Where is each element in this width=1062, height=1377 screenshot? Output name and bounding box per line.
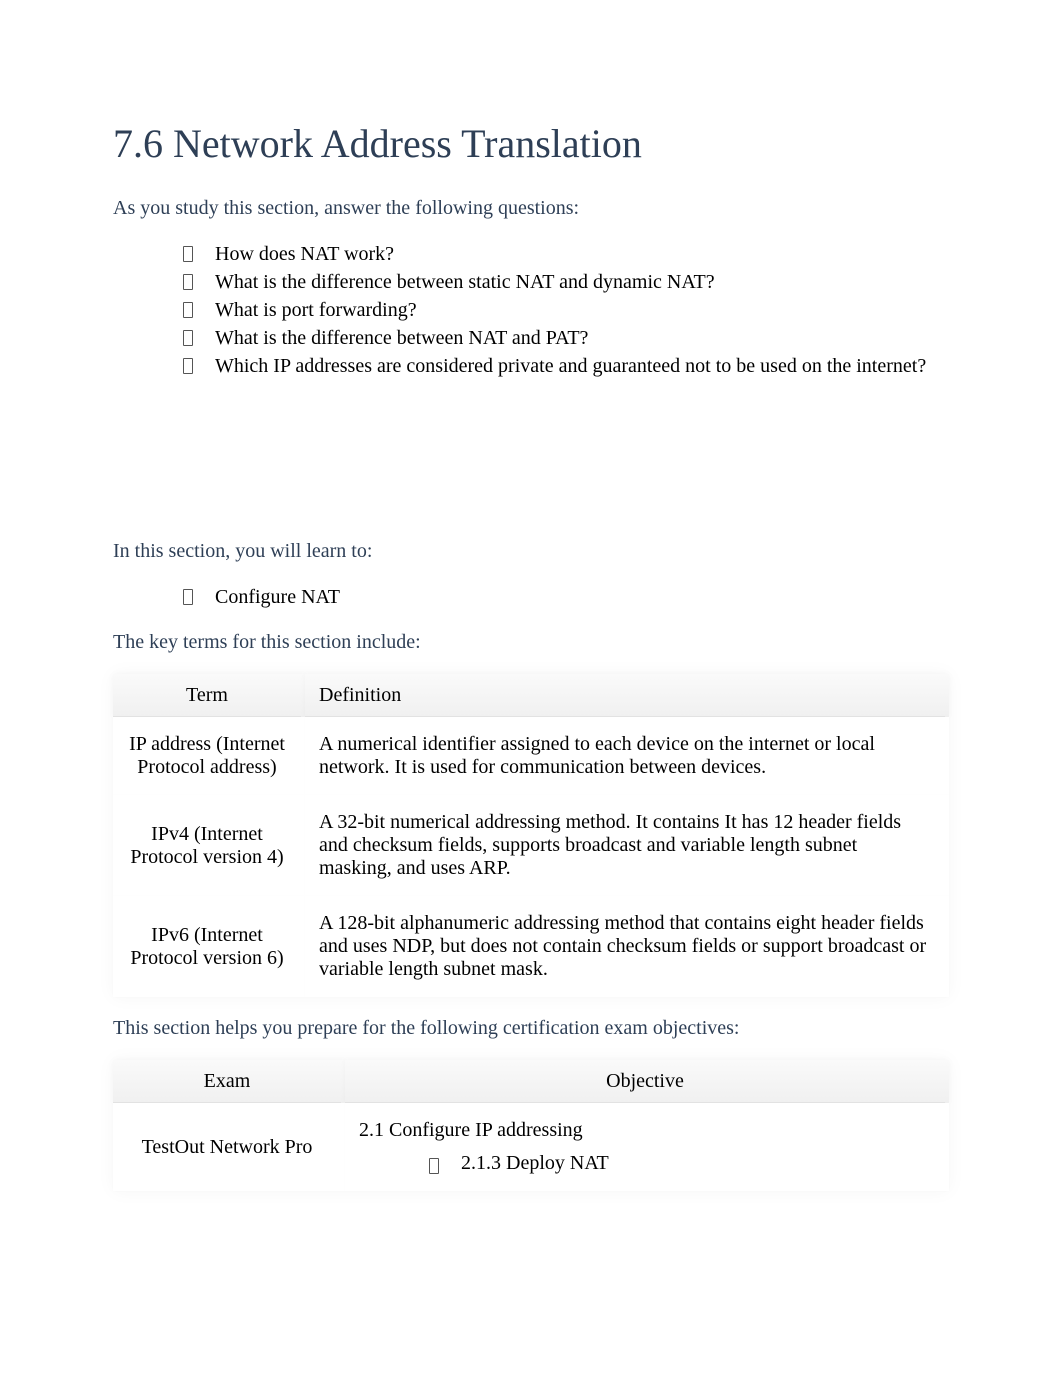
intro-paragraph-2: In this section, you will learn to: — [113, 540, 949, 563]
table-row: IPv6 (Internet Protocol version 6) A 128… — [113, 896, 949, 997]
objective-heading: 2.1 Configure IP addressing — [359, 1119, 931, 1142]
learn-to-list: Configure NAT — [183, 583, 949, 611]
list-item-text: Which IP addresses are considered privat… — [215, 355, 926, 377]
list-item: What is the difference between NAT and P… — [183, 324, 949, 352]
term-cell: IPv4 (Internet Protocol version 4) — [113, 795, 305, 896]
intro-paragraph-3: The key terms for this section include: — [113, 631, 949, 654]
list-item: 2.1.3 Deploy NAT — [429, 1152, 931, 1175]
list-item-text: 2.1.3 Deploy NAT — [461, 1152, 609, 1174]
list-item: What is port forwarding? — [183, 296, 949, 324]
definition-cell: A 32-bit numerical addressing method. It… — [305, 795, 949, 896]
list-item: Which IP addresses are considered privat… — [183, 352, 949, 380]
page-title: 7.6 Network Address Translation — [113, 120, 949, 167]
definition-cell: A numerical identifier assigned to each … — [305, 717, 949, 795]
list-item-text: What is the difference between NAT and P… — [215, 327, 588, 349]
intro-paragraph-1: As you study this section, answer the fo… — [113, 197, 949, 220]
exam-cell: TestOut Network Pro — [113, 1103, 345, 1191]
objective-sublist: 2.1.3 Deploy NAT — [429, 1152, 931, 1175]
key-terms-table: Term Definition IP address (Internet Pro… — [113, 674, 949, 997]
intro-paragraph-4: This section helps you prepare for the f… — [113, 1017, 949, 1040]
list-item-text: What is port forwarding? — [215, 299, 417, 321]
list-item-text: What is the difference between static NA… — [215, 271, 715, 293]
table-header-term: Term — [113, 674, 305, 717]
list-item-text: How does NAT work? — [215, 243, 394, 265]
term-cell: IPv6 (Internet Protocol version 6) — [113, 896, 305, 997]
table-header-exam: Exam — [113, 1060, 345, 1103]
table-row: TestOut Network Pro 2.1 Configure IP add… — [113, 1103, 949, 1191]
table-row: IP address (Internet Protocol address) A… — [113, 717, 949, 795]
list-item: What is the difference between static NA… — [183, 268, 949, 296]
study-questions-list: How does NAT work? What is the differenc… — [183, 240, 949, 380]
definition-cell: A 128-bit alphanumeric addressing method… — [305, 896, 949, 997]
table-header-objective: Objective — [345, 1060, 949, 1103]
objective-cell: 2.1 Configure IP addressing 2.1.3 Deploy… — [345, 1103, 949, 1191]
term-cell: IP address (Internet Protocol address) — [113, 717, 305, 795]
list-item: Configure NAT — [183, 583, 949, 611]
list-item: How does NAT work? — [183, 240, 949, 268]
list-item-text: Configure NAT — [215, 586, 340, 608]
exam-objectives-table: Exam Objective TestOut Network Pro 2.1 C… — [113, 1060, 949, 1191]
table-row: IPv4 (Internet Protocol version 4) A 32-… — [113, 795, 949, 896]
table-header-definition: Definition — [305, 674, 949, 717]
